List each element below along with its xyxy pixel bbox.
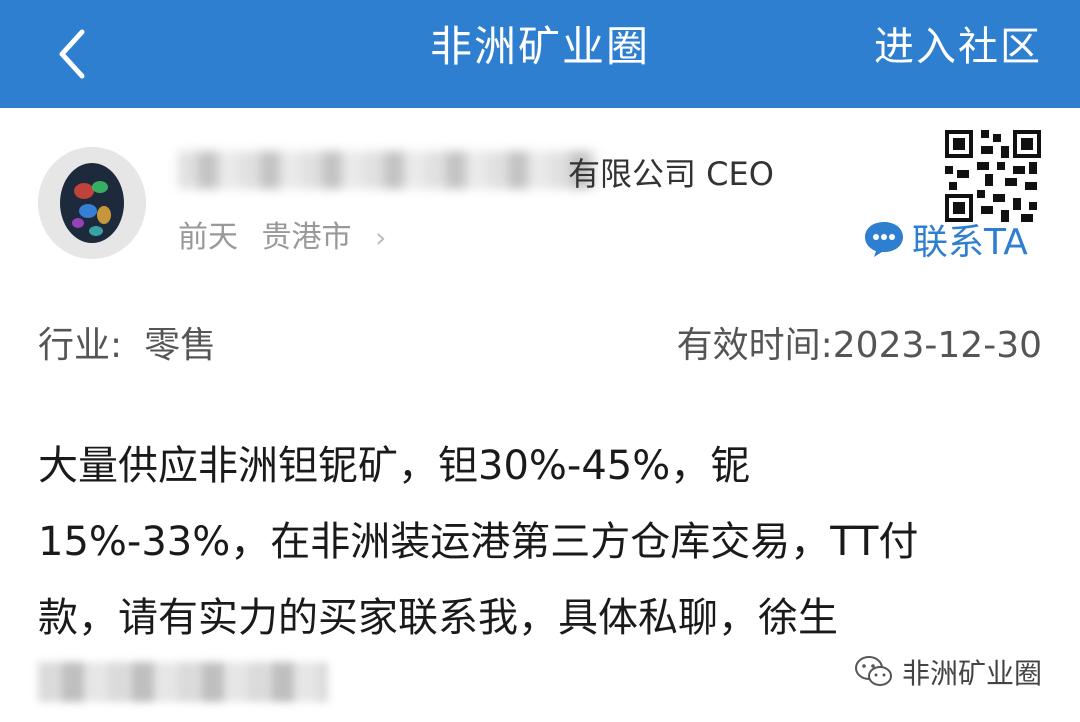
valid-time: 有效时间:2023-12-30 [677,316,1042,368]
post-meta[interactable]: 前天 贵港市 › [178,212,400,256]
valid-time-label: 有效时间: [676,325,833,366]
opal-gem-avatar-icon [38,147,146,259]
avatar[interactable] [38,147,146,259]
industry: 行业: 零售 [38,316,216,368]
qr-code-icon[interactable] [945,130,1041,222]
watermark-label: 非洲矿业圈 [901,657,1042,690]
post-time: 前天 [178,220,238,255]
redacted-name [178,151,598,189]
enter-community-button[interactable]: 进入社区 [874,12,1042,82]
industry-label: 行业: [38,325,123,366]
contact-button[interactable]: 联系TA [862,214,1028,264]
chevron-right-icon: › [375,221,387,254]
valid-time-value: 2023-12-30 [832,325,1042,366]
post-location: 贵港市 [261,220,352,255]
post-description: 大量供应非洲钽铌矿，钽30%-45%，铌 15%-33%，在非洲装运港第三方仓库… [38,443,919,641]
redacted-phone [38,662,328,702]
wechat-icon [854,656,892,686]
author-name-row: 有限公司 CEO [178,145,898,195]
watermark: 非洲矿业圈 [854,652,1042,692]
author-company: 有限公司 CEO [568,155,774,193]
chat-bubble-icon [865,222,903,257]
info-row: 行业: 零售 有效时间:2023-12-30 [38,316,1042,372]
industry-value: 零售 [144,325,217,366]
contact-label: 联系TA [912,222,1028,263]
top-navigation-bar: 非洲矿业圈 进入社区 [0,0,1080,108]
